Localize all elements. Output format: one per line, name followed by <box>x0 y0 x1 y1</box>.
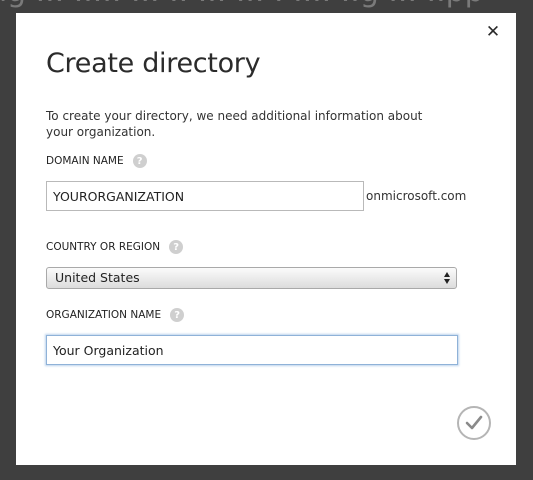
confirm-button[interactable] <box>457 406 491 440</box>
domain-name-input[interactable] <box>46 181 364 211</box>
organization-name-label: ORGANIZATION NAME <box>46 309 162 321</box>
country-label-row: COUNTRY OR REGION ? <box>46 240 184 254</box>
domain-name-label: DOMAIN NAME <box>46 155 124 167</box>
checkmark-icon <box>465 415 483 430</box>
domain-name-label-row: DOMAIN NAME ? <box>46 154 147 168</box>
organization-label-row: ORGANIZATION NAME ? <box>46 308 185 322</box>
domain-suffix: onmicrosoft.com <box>366 189 467 203</box>
intro-text: To create your directory, we need additi… <box>46 109 423 139</box>
close-icon[interactable]: ✕ <box>484 22 502 42</box>
country-region-value: United States <box>55 270 140 285</box>
background-page-text: ng ... ..... ... .. ... ... . .... ..g .… <box>0 0 484 9</box>
dialog-title: Create directory <box>46 48 261 79</box>
country-region-label: COUNTRY OR REGION <box>46 241 161 253</box>
create-directory-dialog: ✕ Create directory To create your direct… <box>16 13 516 465</box>
help-icon[interactable]: ? <box>132 154 147 168</box>
country-region-select[interactable]: United States <box>46 267 457 289</box>
help-icon[interactable]: ? <box>170 308 185 322</box>
help-icon[interactable]: ? <box>169 240 184 254</box>
select-arrows-icon <box>442 270 452 286</box>
organization-name-input[interactable] <box>46 335 458 365</box>
